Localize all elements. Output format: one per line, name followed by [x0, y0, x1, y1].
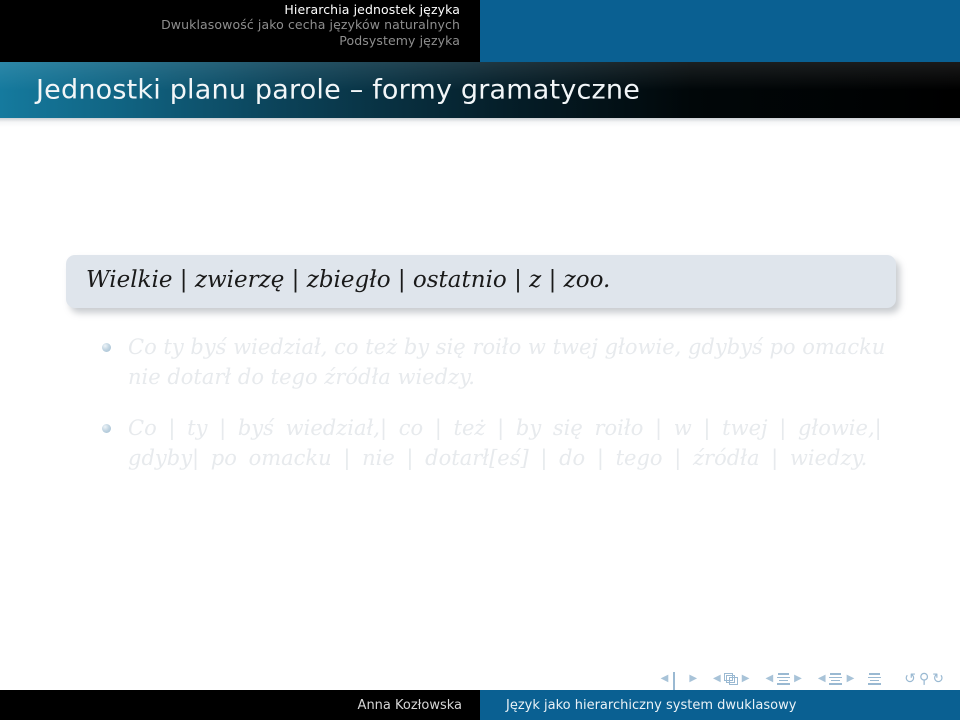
- slide-content: Wielkie | zwierzę | zbiegło | ostatnio |…: [0, 127, 960, 682]
- prev-slide-icon[interactable]: ◀: [658, 674, 672, 684]
- slide-navigation-group[interactable]: ◀ ▶: [658, 671, 700, 693]
- prev-section-icon[interactable]: ◀: [815, 674, 829, 684]
- next-section-icon[interactable]: ▶: [844, 674, 858, 684]
- section-navigation-group[interactable]: ◀ ▶: [815, 673, 857, 686]
- lines-icon[interactable]: [776, 673, 791, 686]
- example-text: Wielkie | zwierzę | zbiegło | ostatnio |…: [86, 267, 611, 293]
- bullet-dot-icon: [102, 343, 111, 352]
- bullet-list: Co ty byś wiedział, co też by się roiło …: [92, 332, 892, 494]
- square-icon[interactable]: [671, 671, 686, 693]
- history-controls[interactable]: ↺ ⚲ ↻: [904, 671, 944, 687]
- footer-bar: Anna Kozłowska Język jako hierarchiczny …: [0, 690, 960, 720]
- list-item: Co | ty | byś wiedział,| co | też | by s…: [92, 413, 892, 474]
- frame-title-bar: Jednostki planu parole – formy gramatycz…: [0, 62, 960, 118]
- header-line-subsection-2[interactable]: Podsystemy języka: [0, 33, 460, 48]
- header-accent-block: [480, 0, 960, 62]
- next-slide-icon[interactable]: ▶: [686, 674, 700, 684]
- list-item: Co ty byś wiedział, co też by się roiło …: [92, 332, 892, 393]
- footer-author: Anna Kozłowska: [0, 690, 480, 720]
- beamer-navigation-bar[interactable]: ◀ ▶ ◀ ▶ ◀ ▶ ◀ ▶ ↺ ⚲ ↻: [658, 668, 944, 693]
- search-icon[interactable]: ⚲: [919, 671, 929, 687]
- forward-icon[interactable]: ↻: [932, 671, 944, 687]
- lines-icon[interactable]: [829, 673, 844, 686]
- prev-subsection-icon[interactable]: ◀: [762, 674, 776, 684]
- header-band: Hierarchia jednostek języka Dwuklasowość…: [0, 0, 960, 62]
- footer-subject: Język jako hierarchiczny system dwuklaso…: [480, 690, 960, 720]
- header-line-subsection-1[interactable]: Dwuklasowość jako cecha języków naturaln…: [0, 17, 460, 32]
- bullet-text-1: Co ty byś wiedział, co też by się roiło …: [128, 335, 886, 390]
- header-breadcrumb: Hierarchia jednostek języka Dwuklasowość…: [0, 2, 478, 48]
- bullet-dot-icon: [102, 423, 111, 433]
- next-subsection-icon[interactable]: ▶: [791, 674, 805, 684]
- frames-stack-icon[interactable]: [723, 672, 739, 686]
- next-frame-icon[interactable]: ▶: [739, 674, 753, 684]
- header-line-section[interactable]: Hierarchia jednostek języka: [0, 2, 460, 17]
- document-lines-icon[interactable]: [867, 673, 882, 686]
- prev-frame-icon[interactable]: ◀: [710, 674, 724, 684]
- bullet-text-2: Co | ty | byś wiedział,| co | też | by s…: [128, 415, 882, 471]
- title-bar-shadow: [0, 118, 960, 127]
- back-icon[interactable]: ↺: [904, 671, 916, 687]
- example-block: Wielkie | zwierzę | zbiegło | ostatnio |…: [66, 255, 896, 308]
- page-title: Jednostki planu parole – formy gramatycz…: [36, 74, 641, 106]
- frame-navigation-group[interactable]: ◀ ▶: [710, 672, 753, 686]
- subsection-navigation-group[interactable]: ◀ ▶: [762, 673, 804, 686]
